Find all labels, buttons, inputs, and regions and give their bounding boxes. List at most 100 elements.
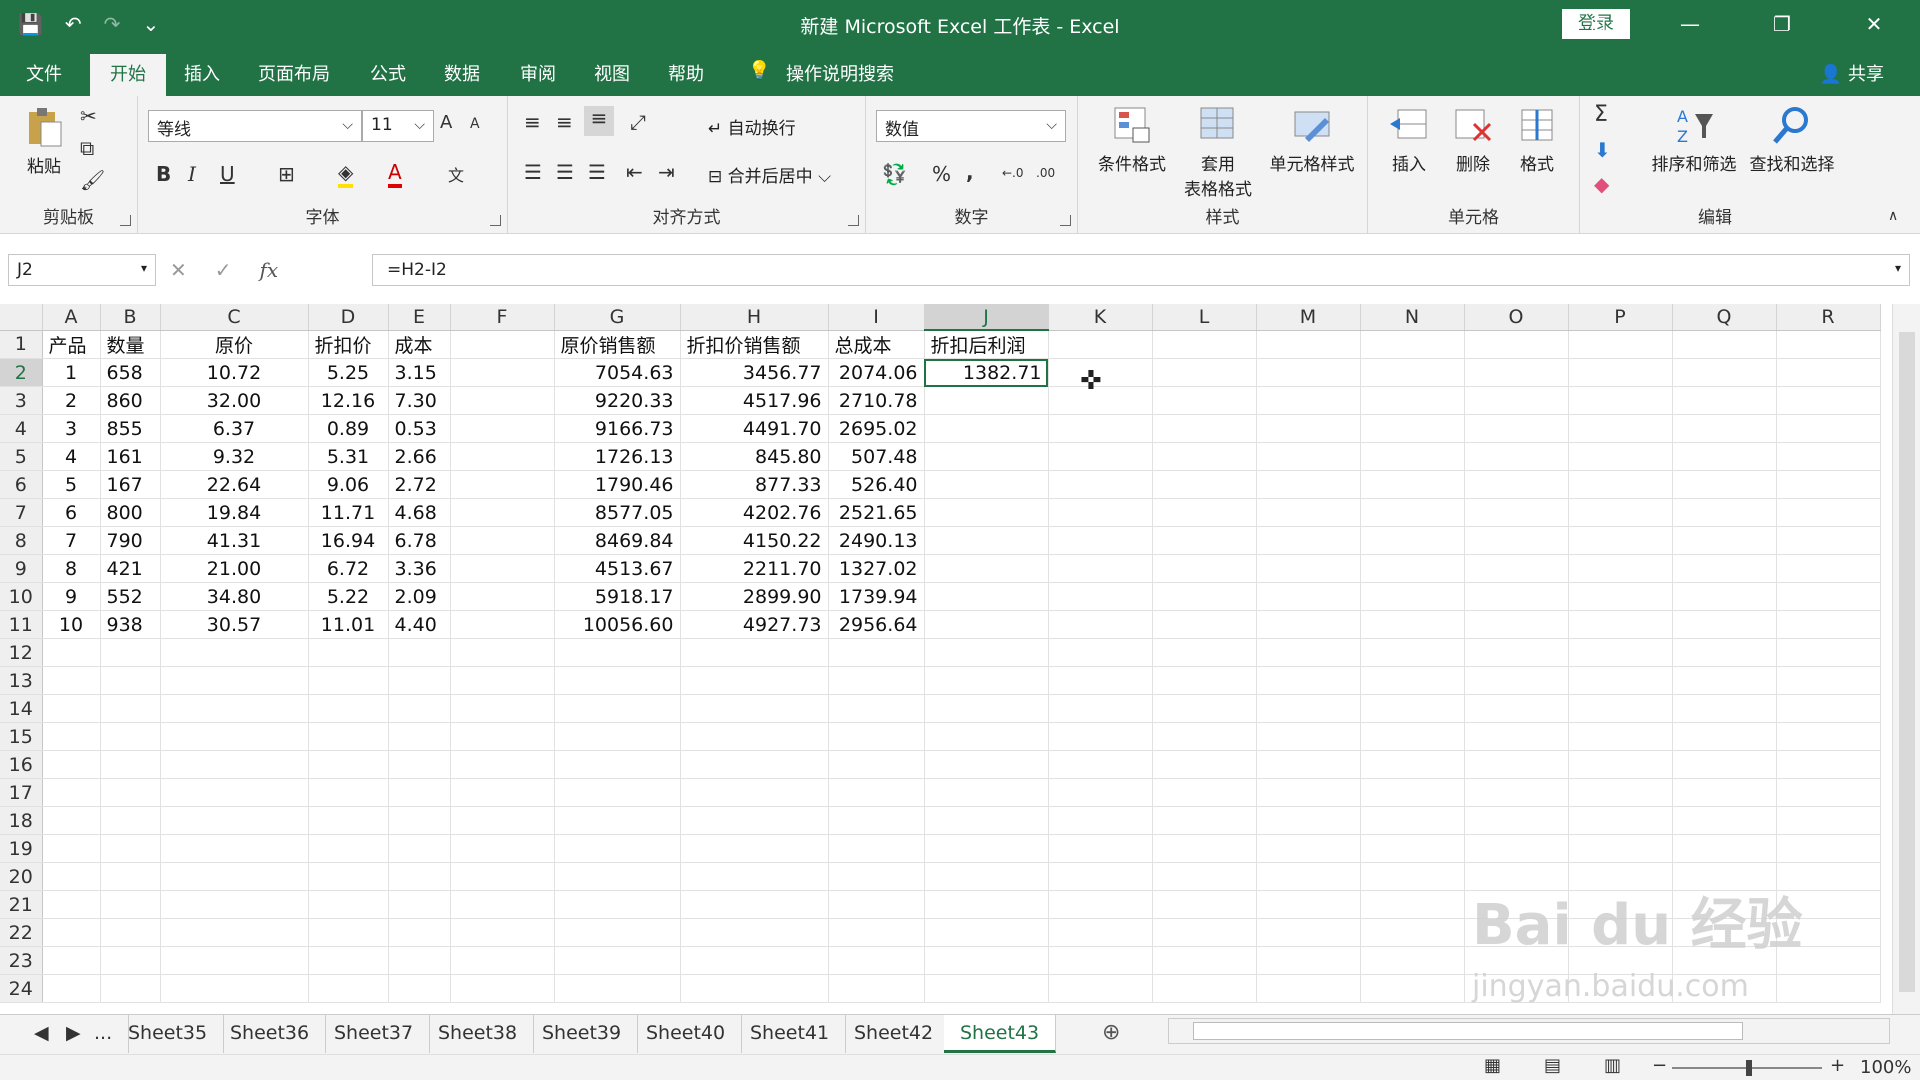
cell-c16[interactable] (160, 750, 309, 779)
sheet-tab-sheet36[interactable]: Sheet36 (214, 1015, 327, 1053)
cell-g6[interactable]: 1790.46 (554, 470, 681, 499)
cell-d12[interactable] (308, 638, 389, 667)
cell-q15[interactable] (1672, 722, 1777, 751)
cell-q4[interactable] (1672, 414, 1777, 443)
cell-d16[interactable] (308, 750, 389, 779)
cell-a17[interactable] (42, 778, 101, 807)
cell-g17[interactable] (554, 778, 681, 807)
cell-k1[interactable] (1048, 330, 1153, 359)
cell-d7[interactable]: 11.71 (308, 498, 389, 527)
cell-c24[interactable] (160, 974, 309, 1003)
cell-i17[interactable] (828, 778, 925, 807)
cell-l21[interactable] (1152, 890, 1257, 919)
cell-c21[interactable] (160, 890, 309, 919)
cell-g21[interactable] (554, 890, 681, 919)
column-header-l[interactable]: L (1152, 304, 1257, 331)
insert-cells-button[interactable]: 插入 (1378, 104, 1440, 175)
cell-j7[interactable] (924, 498, 1049, 527)
cell-e7[interactable]: 4.68 (388, 498, 451, 527)
cell-e17[interactable] (388, 778, 451, 807)
select-all-corner[interactable] (0, 304, 43, 331)
cell-h3[interactable]: 4517.96 (680, 386, 829, 415)
cell-r2[interactable] (1776, 358, 1881, 387)
cell-p16[interactable] (1568, 750, 1673, 779)
align-bottom-icon[interactable]: ≡ (584, 106, 614, 136)
cell-r16[interactable] (1776, 750, 1881, 779)
column-header-g[interactable]: G (554, 304, 681, 331)
cell-j23[interactable] (924, 946, 1049, 975)
cell-p14[interactable] (1568, 694, 1673, 723)
cell-l16[interactable] (1152, 750, 1257, 779)
cell-g12[interactable] (554, 638, 681, 667)
cell-i14[interactable] (828, 694, 925, 723)
column-header-r[interactable]: R (1776, 304, 1881, 331)
cell-h20[interactable] (680, 862, 829, 891)
cell-d20[interactable] (308, 862, 389, 891)
decrease-indent-icon[interactable]: ⇤ (626, 160, 643, 184)
cell-o11[interactable] (1464, 610, 1569, 639)
cell-f12[interactable] (450, 638, 555, 667)
cell-b11[interactable]: 938 (100, 610, 161, 639)
cell-l11[interactable] (1152, 610, 1257, 639)
cell-i13[interactable] (828, 666, 925, 695)
align-left-icon[interactable]: ☰ (524, 160, 542, 184)
cell-g5[interactable]: 1726.13 (554, 442, 681, 471)
cell-p15[interactable] (1568, 722, 1673, 751)
cell-e21[interactable] (388, 890, 451, 919)
cell-e14[interactable] (388, 694, 451, 723)
cell-p19[interactable] (1568, 834, 1673, 863)
number-launcher[interactable] (1060, 215, 1071, 226)
cell-e9[interactable]: 3.36 (388, 554, 451, 583)
cell-o10[interactable] (1464, 582, 1569, 611)
cell-f1[interactable] (450, 330, 555, 359)
cell-b7[interactable]: 800 (100, 498, 161, 527)
cell-f17[interactable] (450, 778, 555, 807)
cell-d1[interactable]: 折扣价 (308, 330, 389, 359)
align-right-icon[interactable]: ☰ (588, 160, 606, 184)
cell-j18[interactable] (924, 806, 1049, 835)
cell-r3[interactable] (1776, 386, 1881, 415)
row-header[interactable]: 17 (0, 778, 43, 807)
cell-j13[interactable] (924, 666, 1049, 695)
cell-r15[interactable] (1776, 722, 1881, 751)
cell-h8[interactable]: 4150.22 (680, 526, 829, 555)
sort-filter-button[interactable]: AZ 排序和筛选 (1646, 104, 1742, 175)
cell-n18[interactable] (1360, 806, 1465, 835)
cell-l2[interactable] (1152, 358, 1257, 387)
cell-p7[interactable] (1568, 498, 1673, 527)
cell-l3[interactable] (1152, 386, 1257, 415)
clear-icon[interactable]: ◆ (1594, 172, 1609, 196)
cell-e5[interactable]: 2.66 (388, 442, 451, 471)
column-header-q[interactable]: Q (1672, 304, 1777, 331)
cell-e8[interactable]: 6.78 (388, 526, 451, 555)
cell-k9[interactable] (1048, 554, 1153, 583)
cell-l7[interactable] (1152, 498, 1257, 527)
cell-o15[interactable] (1464, 722, 1569, 751)
cell-m20[interactable] (1256, 862, 1361, 891)
cell-g1[interactable]: 原价销售额 (554, 330, 681, 359)
cell-e3[interactable]: 7.30 (388, 386, 451, 415)
cell-l12[interactable] (1152, 638, 1257, 667)
cell-b24[interactable] (100, 974, 161, 1003)
restore-button[interactable]: ❐ (1736, 0, 1828, 48)
column-header-b[interactable]: B (100, 304, 161, 331)
cell-l9[interactable] (1152, 554, 1257, 583)
cell-h7[interactable]: 4202.76 (680, 498, 829, 527)
cell-a9[interactable]: 8 (42, 554, 101, 583)
cell-h17[interactable] (680, 778, 829, 807)
row-header[interactable]: 23 (0, 946, 43, 975)
cell-d15[interactable] (308, 722, 389, 751)
cell-e2[interactable]: 3.15 (388, 358, 451, 387)
row-header[interactable]: 8 (0, 526, 43, 555)
cell-n24[interactable] (1360, 974, 1465, 1003)
cell-a20[interactable] (42, 862, 101, 891)
cell-m24[interactable] (1256, 974, 1361, 1003)
cell-h21[interactable] (680, 890, 829, 919)
column-header-e[interactable]: E (388, 304, 451, 331)
cell-l18[interactable] (1152, 806, 1257, 835)
cell-l1[interactable] (1152, 330, 1257, 359)
cell-c2[interactable]: 10.72 (160, 358, 309, 387)
cell-a18[interactable] (42, 806, 101, 835)
cell-e18[interactable] (388, 806, 451, 835)
cell-n7[interactable] (1360, 498, 1465, 527)
